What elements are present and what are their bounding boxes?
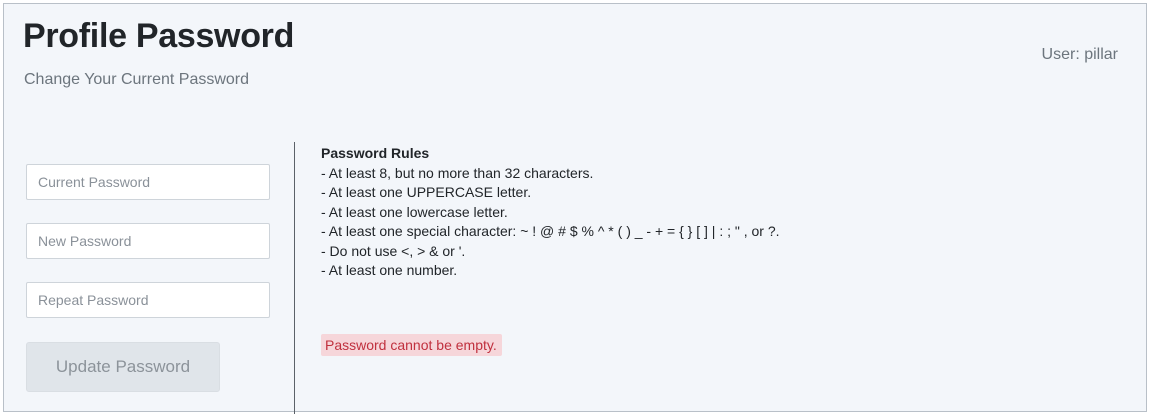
current-password-input[interactable]: [26, 164, 270, 200]
rule-item: - At least one UPPERCASE letter.: [321, 184, 532, 200]
password-rules-title: Password Rules: [321, 145, 430, 161]
repeat-password-input[interactable]: [26, 282, 270, 318]
rule-item: - At least 8, but no more than 32 charac…: [321, 164, 594, 181]
profile-password-panel: Profile Password Change Your Current Pas…: [3, 3, 1147, 414]
rule-item: - At least one number.: [321, 262, 458, 278]
current-user-label: User: pillar: [1041, 46, 1118, 63]
rule-item: - Do not use <, > & or '.: [321, 242, 466, 259]
error-message: Password cannot be empty.: [321, 334, 502, 356]
password-rules: Password Rules - At least 8, but no more…: [321, 144, 780, 281]
rule-item: - At least one special character: ~ ! @ …: [321, 223, 780, 239]
page-subtitle: Change Your Current Password: [24, 71, 250, 88]
rule-item: - At least one lowercase letter.: [321, 203, 508, 220]
new-password-input[interactable]: [26, 223, 270, 259]
vertical-divider: [294, 142, 295, 414]
page-title: Profile Password: [23, 17, 295, 55]
update-password-button[interactable]: Update Password: [26, 342, 220, 392]
